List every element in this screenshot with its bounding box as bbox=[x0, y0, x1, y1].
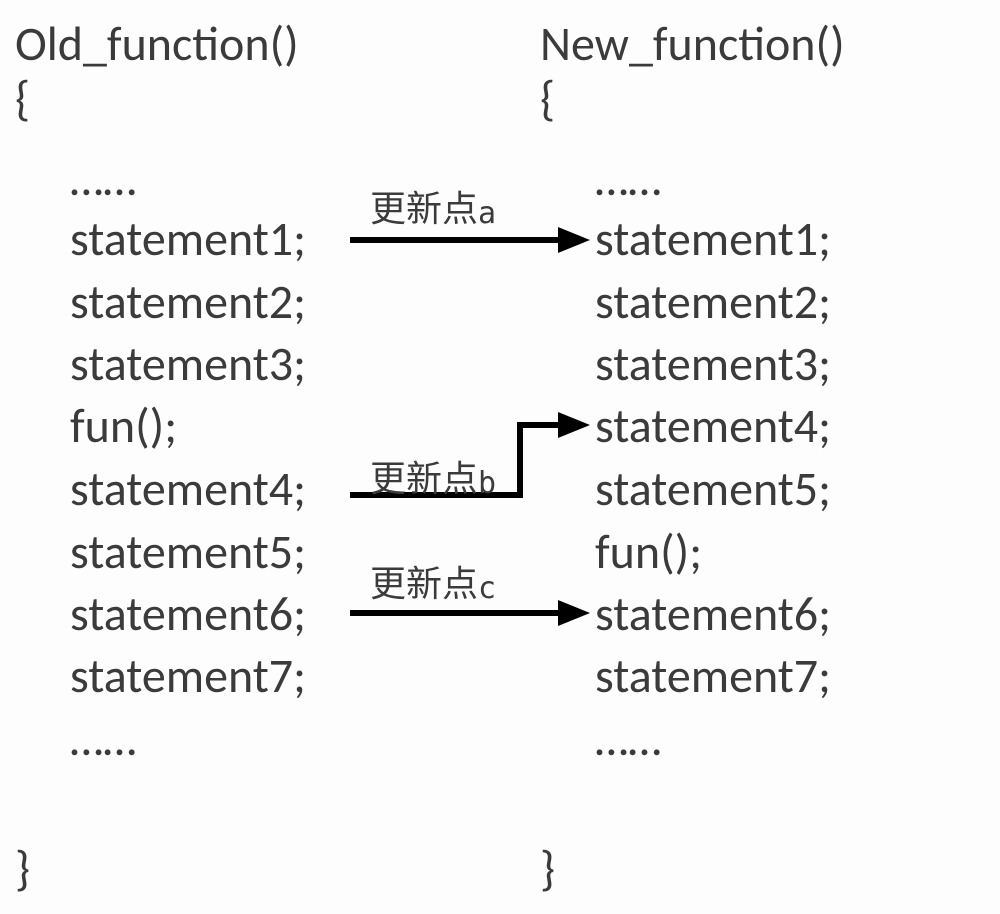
update-point-b-label: 更新点b bbox=[370, 450, 496, 502]
old-line-7: statement6; bbox=[15, 590, 306, 638]
label-c-sub: c bbox=[478, 571, 496, 606]
old-open-brace: { bbox=[15, 75, 30, 123]
update-point-a-label: 更新点a bbox=[370, 180, 496, 232]
old-line-2: statement2; bbox=[15, 278, 306, 326]
old-line-1: statement1; bbox=[15, 215, 306, 263]
new-line-3: statement3; bbox=[540, 340, 831, 388]
new-open-brace: { bbox=[540, 75, 555, 123]
label-b-sub: b bbox=[478, 466, 496, 501]
old-close-brace: } bbox=[15, 845, 30, 893]
diagram-canvas: { "left": { "title": "Old_function()", "… bbox=[0, 0, 1000, 914]
new-close-brace: } bbox=[540, 845, 555, 893]
new-line-9: …… bbox=[540, 715, 661, 763]
old-line-3: statement3; bbox=[15, 340, 306, 388]
old-line-6: statement5; bbox=[15, 528, 306, 576]
old-line-5: statement4; bbox=[15, 465, 306, 513]
new-line-0: …… bbox=[540, 155, 661, 203]
label-b-prefix: 更新点 bbox=[370, 459, 478, 499]
old-line-4: fun(); bbox=[15, 402, 177, 450]
old-line-8: statement7; bbox=[15, 652, 306, 700]
new-function-title: New_function() bbox=[540, 20, 845, 68]
old-function-title: Old_function() bbox=[15, 20, 299, 68]
update-point-c-label: 更新点c bbox=[370, 555, 496, 607]
label-c-prefix: 更新点 bbox=[370, 564, 478, 604]
new-line-8: statement7; bbox=[540, 652, 831, 700]
new-line-2: statement2; bbox=[540, 278, 831, 326]
label-a-sub: a bbox=[478, 196, 496, 231]
old-line-9: …… bbox=[15, 715, 136, 763]
label-a-prefix: 更新点 bbox=[370, 189, 478, 229]
old-line-0: …… bbox=[15, 155, 136, 203]
new-line-6: fun(); bbox=[540, 528, 702, 576]
